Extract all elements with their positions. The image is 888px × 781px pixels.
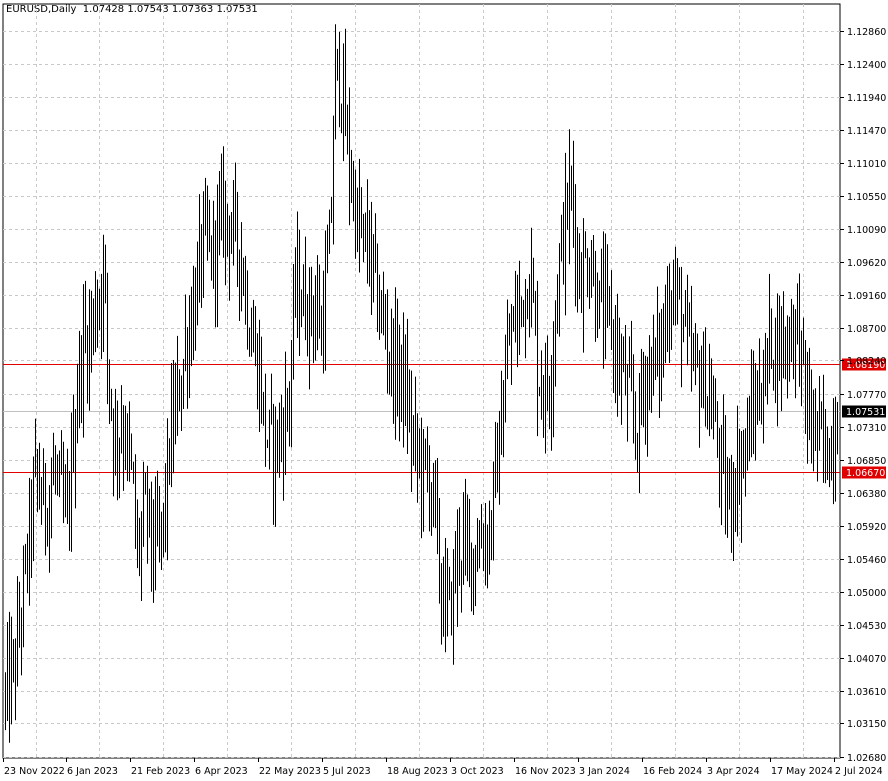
x-tick-label: 18 Aug 2023 — [387, 766, 448, 777]
y-tick-label: 1.08700 — [847, 324, 886, 335]
y-tick-label: 1.04070 — [847, 654, 886, 665]
y-tick-label: 1.02680 — [847, 753, 886, 764]
x-tick-label: 17 May 2024 — [771, 766, 833, 777]
y-tick-label: 1.07770 — [847, 390, 886, 401]
plot-frame — [2, 3, 841, 759]
y-tick-label: 1.09160 — [847, 291, 886, 302]
y-tick-label: 1.11470 — [847, 126, 886, 137]
x-tick-label: 16 Nov 2023 — [515, 766, 576, 777]
y-tick-label: 1.09620 — [847, 258, 886, 269]
x-tick-label: 6 Jan 2023 — [67, 766, 118, 777]
x-tick-label: 5 Jul 2023 — [323, 766, 371, 777]
current-price-label: 1.07531 — [846, 407, 885, 418]
y-tick-label: 1.12860 — [847, 27, 886, 38]
x-tick-label: 16 Feb 2024 — [643, 766, 702, 777]
y-tick-label: 1.08240 — [847, 356, 886, 367]
y-tick-label: 1.06850 — [847, 456, 886, 467]
y-tick-label: 1.10090 — [847, 225, 886, 236]
y-tick-label: 1.06380 — [847, 489, 886, 500]
x-tick-label: 23 Nov 2022 — [4, 766, 65, 777]
y-tick-label: 1.03610 — [847, 687, 886, 698]
ohlc-bars — [5, 24, 838, 743]
y-tick-label: 1.07310 — [847, 423, 886, 434]
x-tick-label: 3 Apr 2024 — [707, 766, 760, 777]
y-tick-label: 1.05460 — [847, 555, 886, 566]
time-axis: 23 Nov 2022 6 Jan 2023 21 Feb 2023 6 Apr 20… — [3, 758, 883, 777]
y-tick-label: 1.05920 — [847, 522, 886, 533]
x-tick-label: 22 May 2023 — [259, 766, 321, 777]
y-tick-label: 1.11010 — [847, 159, 886, 170]
y-tick-label: 1.10550 — [847, 192, 886, 203]
x-tick-label: 6 Apr 2023 — [195, 766, 248, 777]
y-tick-label: 1.04530 — [847, 621, 886, 632]
y-tick-label: 1.03150 — [847, 719, 886, 730]
y-tick-label: 1.11940 — [847, 93, 886, 104]
chart-grid — [2, 3, 841, 759]
x-tick-label: 21 Feb 2023 — [131, 766, 190, 777]
y-tick-label: 1.05000 — [847, 588, 886, 599]
x-tick-label: 3 Jan 2024 — [579, 766, 630, 777]
price-axis: 1.12860 1.12400 1.11940 1.11470 1.11010 1.105… — [840, 27, 886, 764]
x-tick-label: 3 Oct 2023 — [451, 766, 504, 777]
price-chart[interactable]: 1.081901.066701.07531 1.128601.124001.11… — [0, 0, 888, 781]
y-tick-label: 1.12400 — [847, 60, 886, 71]
x-tick-label: 2 Jul 2024 — [835, 766, 883, 777]
level-price-label: 1.06670 — [846, 468, 885, 479]
